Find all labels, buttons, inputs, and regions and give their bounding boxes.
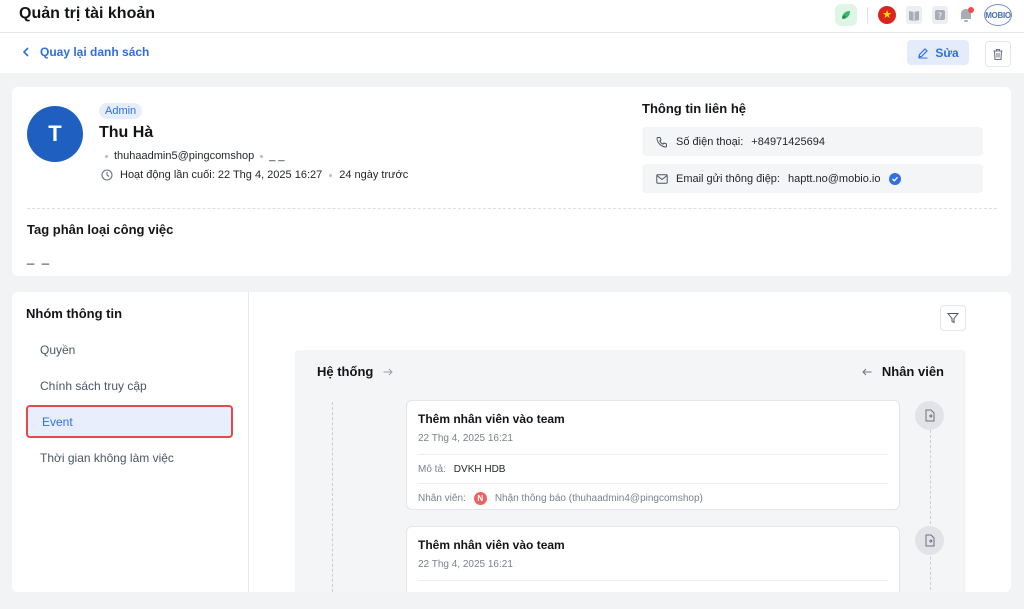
event-card[interactable]: Thêm nhân viên vào team 22 Thg 4, 2025 1… [406, 526, 900, 592]
chevron-left-icon [22, 47, 29, 57]
action-bar: Quay lại danh sách Sửa [0, 33, 1024, 73]
timeline-line [332, 402, 333, 592]
tags-value: _ _ [27, 250, 52, 265]
bullet [260, 154, 264, 158]
staff-avatar: N [473, 491, 487, 505]
email-row: Email gửi thông điệp: haptt.no@mobio.io [642, 164, 983, 193]
event-time: 22 Thg 4, 2025 16:21 [418, 559, 513, 570]
trash-icon [993, 48, 1003, 60]
svg-text:?: ? [938, 12, 942, 21]
verified-icon [888, 172, 901, 185]
bell-icon[interactable] [958, 6, 974, 24]
sidebar-item-event[interactable]: Event [26, 405, 233, 438]
user-extra: _ _ [269, 150, 285, 162]
edit-label: Sửa [935, 45, 959, 60]
filter-icon [947, 313, 959, 324]
event-desc-row: Mô tả: DVKH HDB [418, 455, 888, 483]
profile-card: T Admin Thu Hà thuhaadmin5@pingcomshop _… [12, 87, 1011, 276]
event-staff-label: Nhân viên: [418, 492, 466, 504]
sidebar-title: Nhóm thông tin [26, 306, 123, 321]
user-email: thuhaadmin5@pingcomshop [114, 150, 255, 162]
last-active-line: Hoạt động lần cuối: 22 Thg 4, 2025 16:27… [101, 169, 408, 181]
mail-icon [656, 173, 668, 184]
user-name: Thu Hà [99, 124, 154, 141]
role-badge: Admin [99, 103, 143, 119]
event-doc-icon [915, 401, 944, 430]
email-line: thuhaadmin5@pingcomshop _ _ [105, 150, 285, 162]
bullet [105, 154, 108, 158]
phone-label: Số điện thoại: [676, 135, 744, 148]
info-sidebar: Nhóm thông tin Quyền Chính sách truy cập… [12, 292, 249, 592]
event-time: 22 Thg 4, 2025 16:21 [418, 433, 513, 444]
divider [867, 7, 868, 23]
sidebar-item-permissions[interactable]: Quyền [26, 333, 233, 366]
help-icon[interactable]: ? [932, 6, 948, 24]
event-staff-value: Nhận thông báo (thuhaadmin4@pingcomshop) [494, 492, 703, 504]
event-desc-value: DVKH HDB [453, 463, 506, 475]
avatar: T [27, 106, 83, 162]
email-value: haptt.no@mobio.io [787, 172, 881, 185]
arrow-right-icon [383, 368, 394, 375]
event-timeline: Hệ thống Nhân viên Thêm nhân viên vào te… [295, 350, 966, 592]
divider [27, 208, 997, 209]
book-icon[interactable] [906, 6, 922, 24]
email-label: Email gửi thông điệp: [676, 172, 780, 185]
mobio-logo: MOBIO [984, 4, 1012, 26]
sidebar-item-access-policy[interactable]: Chính sách truy cập [26, 369, 233, 402]
edit-button[interactable]: Sửa [907, 40, 969, 65]
phone-value: +84971425694 [751, 135, 825, 148]
event-doc-icon [915, 526, 944, 555]
top-icons: ★ ? MOBIO [835, 3, 1012, 27]
pencil-icon [918, 47, 929, 58]
top-bar: Quản trị tài khoản ★ ? MOBIO [0, 0, 1024, 33]
timeline-staff-header: Nhân viên [862, 364, 944, 379]
phone-icon [656, 136, 667, 148]
bullet [329, 173, 333, 177]
arrow-left-icon [862, 368, 872, 375]
last-active-ago: 24 ngày trước [339, 169, 409, 181]
event-card[interactable]: Thêm nhân viên vào team 22 Thg 4, 2025 1… [406, 400, 900, 510]
staff-label: Nhân viên [881, 364, 944, 379]
back-label: Quay lại danh sách [40, 45, 150, 59]
sidebar-item-off-time[interactable]: Thời gian không làm việc [26, 441, 233, 474]
notification-dot [968, 7, 974, 13]
divider [418, 580, 888, 581]
event-title: Thêm nhân viên vào team [418, 412, 565, 426]
system-label: Hệ thống [317, 364, 374, 379]
filter-button[interactable] [940, 305, 966, 331]
info-card: Nhóm thông tin Quyền Chính sách truy cập… [12, 292, 1011, 592]
phone-row: Số điện thoại: +84971425694 [642, 127, 983, 156]
timeline-system-header: Hệ thống [317, 364, 394, 379]
leaf-app-icon[interactable] [835, 4, 857, 26]
last-active: Hoạt động lần cuối: 22 Thg 4, 2025 16:27 [120, 169, 323, 181]
vietnam-flag-icon[interactable]: ★ [878, 6, 896, 24]
event-staff-row: Nhân viên: N Nhận thông báo (thuhaadmin4… [418, 484, 888, 512]
event-desc-label: Mô tả: [418, 463, 446, 475]
app-title: Quản trị tài khoản [19, 5, 156, 22]
event-title: Thêm nhân viên vào team [418, 538, 565, 552]
clock-icon [101, 169, 113, 181]
timeline-line [930, 430, 931, 592]
tags-title: Tag phân loại công việc [27, 222, 174, 237]
contact-title: Thông tin liên hệ [642, 101, 746, 116]
delete-button[interactable] [985, 41, 1011, 67]
back-to-list-link[interactable]: Quay lại danh sách [22, 45, 149, 59]
